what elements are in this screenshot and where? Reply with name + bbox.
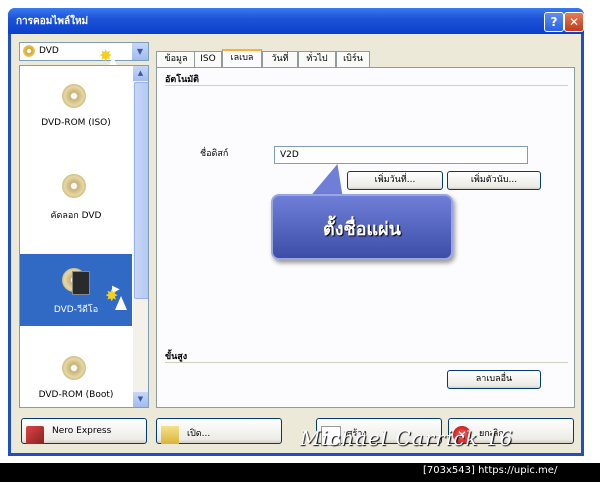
close-button[interactable]: ✕ (564, 12, 584, 32)
project-type-list: DVD-ROM (ISO) คัดลอก DVD DVD-วีดีโอ ▶ DV… (19, 65, 149, 408)
dialog-window: การคอมไพล์ใหม่ ? ✕ DVD ▼ ✸ DVD-ROM (ISO) (8, 8, 584, 456)
nero-logo-icon (26, 426, 44, 444)
list-item[interactable]: DVD-ROM (ISO) (20, 70, 132, 142)
list-item-label: คัดลอก DVD (50, 211, 102, 221)
open-label: เปิด... (187, 429, 211, 439)
hand-cursor-icon (115, 296, 127, 310)
scroll-up-icon[interactable]: ▲ (133, 66, 148, 81)
folder-icon (161, 426, 179, 444)
film-icon (72, 271, 90, 295)
help-button[interactable]: ? (544, 12, 564, 32)
divider (165, 85, 568, 86)
callout-pointer (310, 164, 356, 196)
callout-box: ตั้งชื่อแผ่น (271, 194, 453, 260)
scroll-down-icon[interactable]: ▼ (133, 392, 148, 407)
list-item[interactable]: DVD-ROM (Boot) (20, 342, 132, 407)
tab-data[interactable]: ข้อมูล (156, 51, 196, 67)
disc-name-value: V2D (280, 150, 299, 160)
tab-label[interactable]: เลเบล (222, 49, 262, 69)
disc-name-label: ชื่อดิสก์ (200, 149, 229, 159)
tab-iso[interactable]: ISO (194, 51, 222, 67)
list-item-label: DVD-ROM (ISO) (41, 118, 111, 128)
media-type-select[interactable]: DVD ▼ (19, 42, 149, 61)
scroll-thumb[interactable] (134, 82, 148, 299)
add-date-button[interactable]: เพิ่มวันที่... (347, 171, 443, 190)
nero-express-label: Nero Express (52, 426, 112, 436)
dvd-disc-icon (62, 84, 86, 108)
media-type-value: DVD (39, 46, 59, 56)
title-bar: การคอมไพล์ใหม่ ? ✕ (8, 8, 584, 34)
disc-name-input[interactable]: V2D (274, 146, 528, 164)
dvd-disc-icon (62, 356, 86, 380)
advanced-section-title: ขั้นสูง (165, 352, 188, 362)
dialog-body: DVD ▼ ✸ DVD-ROM (ISO) คัดลอก DVD DVD-วีด… (11, 34, 581, 453)
nero-express-button[interactable]: Nero Express (21, 418, 147, 444)
tab-general[interactable]: ทั่วไป (298, 51, 336, 67)
chevron-down-icon[interactable]: ▼ (132, 43, 148, 60)
dvd-icon (23, 45, 35, 57)
tab-burn[interactable]: เบิร์น (336, 51, 370, 67)
divider (165, 362, 568, 363)
auto-section-title: อัตโนมัติ (165, 75, 200, 85)
watermark-signature: Michael Carrick 16 (300, 426, 514, 450)
open-button[interactable]: เปิด... (156, 418, 282, 444)
window-title: การคอมไพล์ใหม่ (16, 16, 89, 27)
image-host-footer: [703x543] https://upic.me/ (423, 465, 558, 476)
add-counter-button[interactable]: เพิ่มตัวนับ... (447, 171, 541, 190)
callout-text: ตั้งชื่อแผ่น (323, 219, 401, 240)
label-panel: อัตโนมัติ ชื่อดิสก์ V2D เพิ่มวันที่... เ… (156, 67, 575, 408)
list-item[interactable]: คัดลอก DVD (20, 160, 132, 232)
list-item-label: DVD-ROM (Boot) (38, 390, 114, 400)
screenshot-frame: การคอมไพล์ใหม่ ? ✕ DVD ▼ ✸ DVD-ROM (ISO) (0, 0, 600, 463)
dvd-disc-icon (62, 174, 86, 198)
other-labels-button[interactable]: ลาเบลอื่น (447, 370, 541, 389)
list-scrollbar[interactable]: ▲ ▼ (133, 66, 148, 407)
tab-date[interactable]: วันที่ (262, 51, 298, 67)
